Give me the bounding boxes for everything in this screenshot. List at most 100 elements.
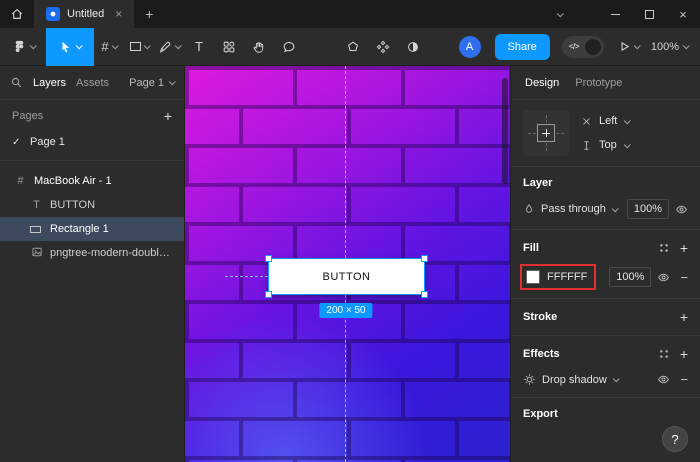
main-menu-button[interactable] <box>0 28 46 66</box>
export-section: Export <box>511 398 700 430</box>
align-y-dropdown[interactable]: Top <box>581 139 631 151</box>
styles-icon[interactable] <box>658 348 670 360</box>
layer-section-title: Layer <box>523 177 553 189</box>
fill-opacity-input[interactable]: 100% <box>609 267 652 287</box>
share-button[interactable]: Share <box>494 33 550 60</box>
tab-assets[interactable]: Assets <box>76 77 109 89</box>
move-cursor-icon <box>62 41 70 52</box>
frame-icon: # <box>17 175 24 187</box>
chevron-down-icon <box>556 9 564 17</box>
close-button[interactable]: × <box>666 0 700 28</box>
eye-icon[interactable] <box>657 373 670 386</box>
titlebar: Untitled × + × <box>0 0 700 28</box>
fill-swatch[interactable] <box>526 270 540 284</box>
frame-tool-button[interactable]: # <box>94 28 124 66</box>
canvas-scrollbar[interactable] <box>502 78 508 184</box>
add-page-button[interactable]: + <box>164 108 172 124</box>
constraints-widget[interactable] <box>523 110 569 156</box>
effect-dropdown[interactable]: Drop shadow <box>542 374 607 386</box>
help-button[interactable]: ? <box>662 426 688 452</box>
present-button[interactable] <box>618 40 641 53</box>
alignment-section: Left Top <box>511 100 700 167</box>
resize-handle[interactable] <box>421 291 428 298</box>
blend-mode-icon <box>523 203 535 215</box>
comment-button[interactable] <box>274 28 304 66</box>
file-tab[interactable]: Untitled × <box>34 0 135 28</box>
use-as-mask-button[interactable] <box>398 28 428 66</box>
check-icon: ✓ <box>12 136 21 148</box>
rectangle-layer-icon <box>30 225 43 233</box>
chevron-down-icon <box>682 42 690 50</box>
left-sidebar: Layers Assets Page 1 Pages + ✓ Page 1 # <box>0 66 185 462</box>
tab-design[interactable]: Design <box>525 77 559 89</box>
eye-icon[interactable] <box>657 271 670 284</box>
add-stroke-button[interactable]: + <box>680 309 688 325</box>
fill-color-control[interactable]: FFFFFF <box>520 264 597 290</box>
tab-close-icon[interactable]: × <box>115 7 122 21</box>
dev-mode-toggle[interactable]: </> <box>561 35 604 58</box>
rectangle-tool-icon <box>129 42 141 51</box>
mask-icon <box>408 41 418 52</box>
frame-tool-icon: # <box>101 39 109 54</box>
minimize-icon <box>610 13 620 15</box>
shape-tool-button[interactable] <box>124 28 154 66</box>
layer-row-frame[interactable]: # MacBook Air - 1 <box>0 169 184 193</box>
tab-prototype[interactable]: Prototype <box>575 77 622 89</box>
resize-handle[interactable] <box>265 255 272 262</box>
stroke-section: Stroke + <box>511 299 700 336</box>
resources-button[interactable] <box>214 28 244 66</box>
fill-section-title: Fill <box>523 242 539 254</box>
page-selector[interactable]: Page 1 <box>129 77 176 89</box>
layer-opacity-input[interactable]: 100% <box>626 199 669 219</box>
home-button[interactable] <box>0 0 34 28</box>
horizontal-guide <box>225 276 268 277</box>
tab-layers[interactable]: Layers <box>33 77 66 89</box>
text-tool-button[interactable]: T <box>184 28 214 66</box>
layer-row-rectangle[interactable]: Rectangle 1 <box>0 217 184 241</box>
resize-handle[interactable] <box>265 291 272 298</box>
remove-fill-button[interactable]: − <box>680 270 688 285</box>
layer-row-text[interactable]: T BUTTON <box>0 193 184 217</box>
hand-tool-button[interactable] <box>244 28 274 66</box>
maximize-button[interactable] <box>632 0 666 28</box>
canvas[interactable]: BUTTON 200 × 50 <box>185 66 510 462</box>
align-x-value: Left <box>599 115 618 127</box>
figma-app: Untitled × + × # T A Share </> 100% Laye… <box>0 0 700 462</box>
layer-row-image[interactable]: pngtree-modern-double-color... <box>0 241 184 265</box>
chevron-down-icon <box>174 42 182 50</box>
blend-mode-dropdown[interactable]: Pass through <box>541 203 606 215</box>
minimize-button[interactable] <box>598 0 632 28</box>
new-tab-button[interactable]: + <box>134 0 164 28</box>
maximize-icon <box>644 9 654 19</box>
page-item-label: Page 1 <box>30 136 65 148</box>
create-component-button[interactable] <box>368 28 398 66</box>
chevron-down-icon <box>168 78 176 86</box>
hand-icon <box>253 41 264 53</box>
styles-icon[interactable] <box>658 242 670 254</box>
inspector-tabs: Design Prototype <box>511 66 700 100</box>
edit-object-icon <box>348 41 358 51</box>
y-axis-icon <box>581 140 592 151</box>
effects-section-title: Effects <box>523 348 560 360</box>
canvas-button-rect[interactable]: BUTTON <box>265 255 428 298</box>
chevron-down-icon <box>29 42 37 50</box>
align-x-dropdown[interactable]: Left <box>581 115 632 127</box>
fill-hex-value[interactable]: FFFFFF <box>547 271 587 283</box>
window-chevron-button[interactable] <box>542 0 576 28</box>
move-tool-button[interactable] <box>46 27 94 66</box>
add-effect-button[interactable]: + <box>680 346 688 362</box>
pen-tool-button[interactable] <box>154 28 184 66</box>
eye-icon[interactable] <box>675 203 688 216</box>
figma-menu-icon <box>15 40 23 53</box>
edit-object-button[interactable] <box>338 28 368 66</box>
inspector-panel: Design Prototype Left Top Layer Pass thr… <box>510 66 700 462</box>
pages-header-label: Pages <box>12 110 44 122</box>
chevron-down-icon <box>612 375 620 383</box>
zoom-menu[interactable]: 100% <box>651 41 690 53</box>
page-item[interactable]: ✓ Page 1 <box>0 130 184 154</box>
add-fill-button[interactable]: + <box>680 240 688 256</box>
resize-handle[interactable] <box>421 255 428 262</box>
avatar[interactable]: A <box>458 35 481 58</box>
remove-effect-button[interactable]: − <box>680 372 688 387</box>
search-icon[interactable] <box>10 76 23 89</box>
